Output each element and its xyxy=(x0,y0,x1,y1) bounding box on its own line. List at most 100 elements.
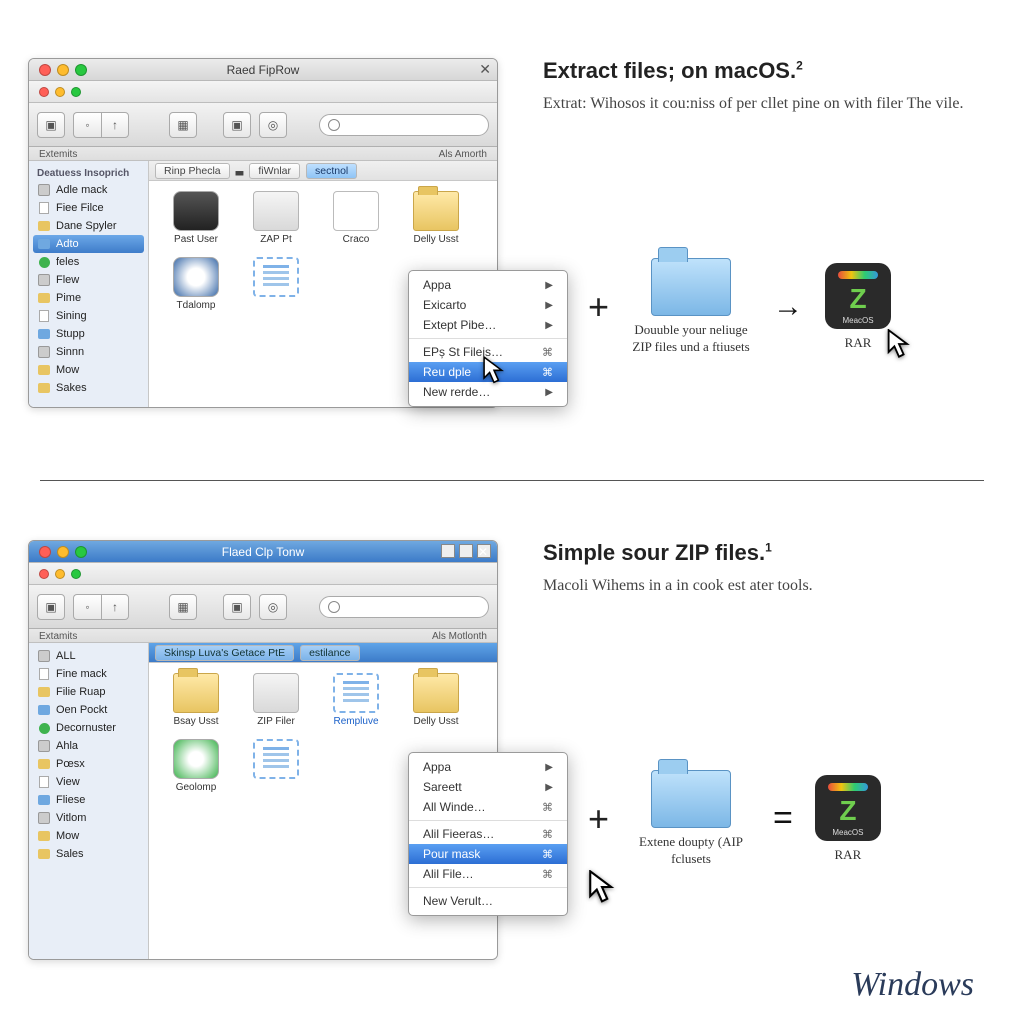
context-menu-item[interactable]: All Winde…⌘ xyxy=(409,797,567,817)
zoom-icon[interactable] xyxy=(71,87,81,97)
close-icon[interactable] xyxy=(39,87,49,97)
quicklook-button[interactable]: ▣ xyxy=(37,112,65,138)
title-bar[interactable]: Raed FipRow ✕ xyxy=(29,59,497,81)
sidebar-item[interactable]: Adto xyxy=(33,235,144,253)
toolbar-label-right: Als Amorth xyxy=(439,149,487,160)
back-button[interactable]: ◦ xyxy=(73,594,101,620)
context-menu-item[interactable]: Extept Pibe…▶ xyxy=(409,315,567,335)
file-item[interactable]: Past User xyxy=(161,191,231,245)
rar-label: RAR xyxy=(835,847,862,863)
context-menu-item[interactable]: Appa▶ xyxy=(409,275,567,295)
quicklook-button[interactable]: ▣ xyxy=(37,594,65,620)
sidebar-item[interactable]: ALL xyxy=(29,647,148,665)
sidebar-item-label: Pœsx xyxy=(56,758,85,770)
search-input[interactable] xyxy=(319,114,489,136)
shortcut-label: ⌘ xyxy=(542,868,553,881)
cursor-icon xyxy=(887,329,909,357)
file-item[interactable]: Craco xyxy=(321,191,391,245)
close-icon[interactable] xyxy=(39,569,49,579)
minimize-icon[interactable] xyxy=(441,544,455,558)
sidebar-item-label: Mow xyxy=(56,364,79,376)
minimize-icon[interactable] xyxy=(55,569,65,579)
path-bar: Rinp Phecla ▃ fiWnlar sectnol xyxy=(149,161,497,181)
sidebar-item[interactable]: Sakes xyxy=(29,379,148,397)
context-menu-item[interactable]: New Verult… xyxy=(409,891,567,911)
context-menu-item[interactable]: Reu dple⌘ xyxy=(409,362,567,382)
sidebar-item[interactable]: Fiee Filce xyxy=(29,199,148,217)
sidebar-item[interactable]: Stupp xyxy=(29,325,148,343)
rar-app-icon[interactable]: Z MeacOS xyxy=(815,775,881,841)
context-menu-item[interactable]: New rerde…▶ xyxy=(409,382,567,402)
zoom-icon[interactable] xyxy=(71,569,81,579)
close-icon[interactable]: ✕ xyxy=(477,544,491,558)
forward-button[interactable]: ↑ xyxy=(101,594,129,620)
sidebar-item[interactable]: Oen Pockt xyxy=(29,701,148,719)
toolbar-label-left: Extemits xyxy=(39,149,77,160)
cursor-icon xyxy=(588,870,610,898)
search-input[interactable] xyxy=(319,596,489,618)
rar-app-icon[interactable]: Z MeacOS xyxy=(825,263,891,329)
sidebar-item-icon xyxy=(37,703,51,717)
sidebar-item[interactable]: Mow xyxy=(29,361,148,379)
share-button[interactable]: ◎ xyxy=(259,112,287,138)
title-bar[interactable]: Flaed Clp Tonw ✕ xyxy=(29,541,497,563)
path-segment[interactable]: estilance xyxy=(300,645,359,661)
path-segment[interactable]: Skinsp Luva's Getace PtE xyxy=(155,645,294,661)
file-item[interactable]: Rempluve xyxy=(321,673,391,727)
sidebar-item[interactable]: Flew xyxy=(29,271,148,289)
context-menu-item[interactable]: Exicarto▶ xyxy=(409,295,567,315)
view-icon-button[interactable]: ▦ xyxy=(169,112,197,138)
sidebar-item[interactable]: Ahla xyxy=(29,737,148,755)
sidebar-item[interactable]: Adle mack xyxy=(29,181,148,199)
context-menu-item[interactable]: Sareett▶ xyxy=(409,777,567,797)
minimize-icon[interactable] xyxy=(55,87,65,97)
context-menu-item[interactable]: Appa▶ xyxy=(409,757,567,777)
sidebar-item[interactable]: Pime xyxy=(29,289,148,307)
path-segment[interactable]: Rinp Phecla xyxy=(155,163,230,179)
context-menu-item[interactable]: Alil File…⌘ xyxy=(409,864,567,884)
action-button[interactable]: ▣ xyxy=(223,594,251,620)
file-item[interactable]: Tdalomp xyxy=(161,257,231,311)
maximize-icon[interactable] xyxy=(459,544,473,558)
action-button[interactable]: ▣ xyxy=(223,112,251,138)
sidebar-item[interactable]: Vitlom xyxy=(29,809,148,827)
sidebar-item[interactable]: Sining xyxy=(29,307,148,325)
context-menu-item[interactable]: EPș St Fileis…⌘ xyxy=(409,342,567,362)
forward-button[interactable]: ↑ xyxy=(101,112,129,138)
path-bar: Skinsp Luva's Getace PtE estilance xyxy=(149,643,497,663)
file-item[interactable]: Bsay Usst xyxy=(161,673,231,727)
file-item[interactable]: Delly Usst xyxy=(401,673,471,727)
sidebar-item[interactable]: Mow xyxy=(29,827,148,845)
sidebar: ALLFine mackFilie RuapOen Pockt Decornust… xyxy=(29,643,149,959)
context-menu-item[interactable]: Alil Fieeras…⌘ xyxy=(409,824,567,844)
sidebar-item[interactable]: Decornuster xyxy=(29,719,148,737)
view-icon-button[interactable]: ▦ xyxy=(169,594,197,620)
shortcut-label: ⌘ xyxy=(542,366,553,379)
sidebar-item[interactable]: Fliese xyxy=(29,791,148,809)
share-button[interactable]: ◎ xyxy=(259,594,287,620)
file-item[interactable]: ZAP Pt xyxy=(241,191,311,245)
sidebar-item[interactable]: Fine mack xyxy=(29,665,148,683)
file-item-selected[interactable] xyxy=(241,257,311,311)
close-icon[interactable]: ✕ xyxy=(479,61,491,78)
sidebar-item-label: Adle mack xyxy=(56,184,107,196)
sidebar-item[interactable]: Dane Spyler xyxy=(29,217,148,235)
file-item[interactable]: Geolomp xyxy=(161,739,231,793)
back-button[interactable]: ◦ xyxy=(73,112,101,138)
sidebar-item[interactable]: View xyxy=(29,773,148,791)
path-segment[interactable]: fiWnlar xyxy=(249,163,300,179)
file-item-selected[interactable] xyxy=(241,739,311,793)
menu-item-label: EPș St Fileis… xyxy=(423,345,503,359)
sidebar-item-label: Decornuster xyxy=(56,722,116,734)
file-item[interactable]: Delly Usst xyxy=(401,191,471,245)
path-segment-current[interactable]: sectnol xyxy=(306,163,357,179)
sidebar-item[interactable]: feles xyxy=(29,253,148,271)
context-menu-item[interactable]: Pour mask⌘ xyxy=(409,844,567,864)
sidebar-item[interactable]: Sinnn xyxy=(29,343,148,361)
sidebar-item[interactable]: Sales xyxy=(29,845,148,863)
sidebar-item-label: Sakes xyxy=(56,382,87,394)
file-item[interactable]: ZIP Filer xyxy=(241,673,311,727)
sidebar-item[interactable]: Pœsx xyxy=(29,755,148,773)
sidebar-item-icon xyxy=(37,811,51,825)
sidebar-item[interactable]: Filie Ruap xyxy=(29,683,148,701)
